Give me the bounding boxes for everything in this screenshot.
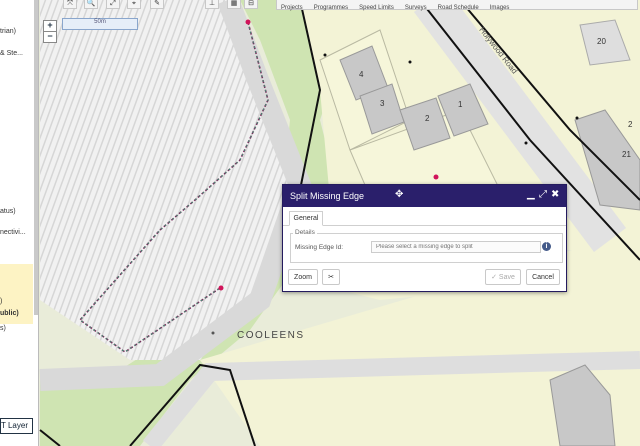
info-icon[interactable]: i bbox=[542, 242, 551, 251]
panel-item[interactable]: ) bbox=[0, 298, 2, 305]
details-legend: Details bbox=[293, 229, 317, 236]
house-number-1: 1 bbox=[458, 100, 463, 109]
split-missing-edge-dialog: Split Missing Edge ✥ ▁ ⤢ ✖ General Detai… bbox=[282, 184, 567, 292]
house-number-3: 3 bbox=[380, 99, 385, 108]
tab-general[interactable]: General bbox=[289, 211, 323, 226]
menu-road-schedule[interactable]: Road Schedule bbox=[438, 4, 479, 12]
layers-panel: trian) & Ste... atus) nectivi... ) ublic… bbox=[0, 0, 39, 446]
panel-item[interactable]: trian) bbox=[0, 28, 16, 35]
tool-measure-icon[interactable]: ⊥ bbox=[205, 0, 219, 9]
menu-surveys[interactable]: Surveys bbox=[405, 4, 427, 12]
house-number-2: 2 bbox=[425, 114, 430, 123]
menu-programmes[interactable]: Programmes bbox=[314, 4, 348, 12]
menu-images[interactable]: Images bbox=[490, 4, 510, 12]
scissors-button[interactable]: ✂ bbox=[322, 269, 340, 285]
tool-extent-icon[interactable]: ⤢ bbox=[106, 0, 120, 9]
panel-item[interactable]: & Ste... bbox=[0, 50, 23, 57]
move-icon[interactable]: ✥ bbox=[395, 189, 403, 201]
save-check-icon: ✓ bbox=[491, 274, 499, 281]
place-label: COOLEENS bbox=[237, 330, 305, 341]
minimize-icon[interactable]: ▁ bbox=[527, 189, 535, 201]
tool-search-icon[interactable]: 🔍 bbox=[84, 0, 98, 9]
zoom-button[interactable]: Zoom bbox=[288, 269, 318, 285]
house-number-4: 4 bbox=[359, 70, 364, 79]
tool-pan-icon[interactable]: ⤧ bbox=[63, 0, 77, 9]
tool-edit-icon[interactable]: ✎ bbox=[150, 0, 164, 9]
house-number-20: 20 bbox=[597, 37, 606, 46]
layer-button[interactable]: T Layer bbox=[0, 418, 33, 434]
scissors-icon: ✂ bbox=[328, 274, 334, 281]
dialog-header[interactable]: Split Missing Edge ✥ ▁ ⤢ ✖ bbox=[283, 185, 566, 207]
dialog-title: Split Missing Edge bbox=[290, 191, 365, 201]
tool-print-icon[interactable]: ⊟ bbox=[244, 0, 258, 9]
cancel-button[interactable]: Cancel bbox=[526, 269, 560, 285]
missing-edge-input[interactable] bbox=[371, 241, 541, 253]
panel-item[interactable]: nectivi... bbox=[0, 229, 26, 236]
save-label: Save bbox=[498, 274, 515, 281]
menu-bar: Projects Programmes Speed Limits Surveys… bbox=[276, 0, 638, 12]
scale-bar: 50m bbox=[62, 18, 138, 30]
tool-locate-icon[interactable]: ⌖ bbox=[127, 0, 141, 9]
save-button[interactable]: ✓ Save bbox=[485, 269, 521, 285]
menu-projects[interactable]: Projects bbox=[281, 4, 303, 12]
panel-item[interactable]: ublic) bbox=[0, 310, 19, 317]
maximize-icon[interactable]: ⤢ bbox=[539, 189, 547, 201]
panel-item[interactable]: s) bbox=[0, 325, 6, 332]
zoom-out-button[interactable]: − bbox=[43, 31, 57, 43]
tool-grid-icon[interactable]: ▦ bbox=[227, 0, 241, 9]
house-number-2b: 2 bbox=[628, 120, 633, 129]
panel-scrollbar[interactable] bbox=[34, 0, 38, 315]
close-icon[interactable]: ✖ bbox=[551, 189, 559, 201]
missing-edge-label: Missing Edge Id: bbox=[295, 244, 344, 251]
menu-speed-limits[interactable]: Speed Limits bbox=[359, 4, 394, 12]
house-number-21: 21 bbox=[622, 150, 631, 159]
tab-strip: General bbox=[283, 211, 566, 226]
panel-item[interactable]: atus) bbox=[0, 208, 16, 215]
